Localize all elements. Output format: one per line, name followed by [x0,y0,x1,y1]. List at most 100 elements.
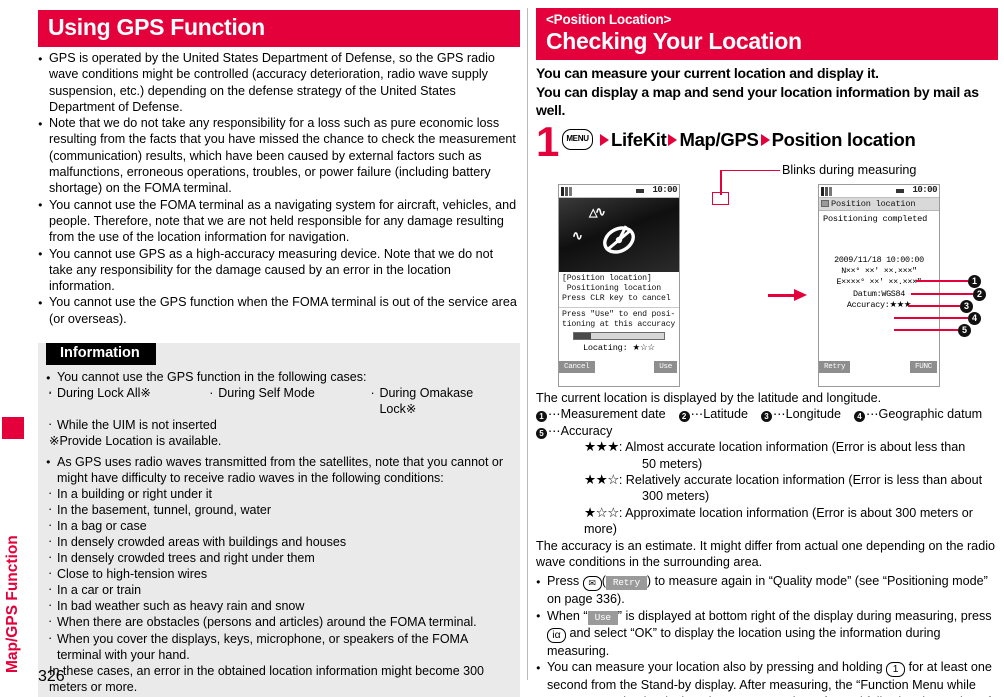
blink-leader-horizontal [720,169,780,172]
callout-number: 2 [973,287,986,301]
blink-highlight-box [712,191,729,205]
list-item: Note that we do not take any responsibil… [38,115,520,196]
softkey-use[interactable]: Use [654,360,677,373]
signal-icon [561,186,572,196]
list-item: GPS is operated by the United States Dep… [38,49,520,115]
legend-text: Latitude [703,406,749,421]
i-alpha-key-icon: iα [547,627,566,643]
gps-notice-list: GPS is operated by the United States Dep… [38,49,520,327]
measuring-line-5: tioning at this accuracy [562,320,676,330]
step-path-item-3: Position location [771,128,916,150]
step-path-item-1: LifeKit [611,128,667,150]
sub-list-item: In a building or right under it [46,485,512,502]
step-path-item-2: Map/GPS [679,128,759,150]
manual-page: Map/GPS Function Using GPS Function GPS … [0,0,1004,697]
battery-icon [636,188,644,193]
locating-status: Locating: ★☆☆ [582,342,656,353]
status-bar: 10:00 [819,184,939,198]
sub-list-item: Close to high-tension wires [46,565,512,582]
softkey-cancel[interactable]: Cancel [559,360,595,373]
list-item: You can measure your location also by pr… [536,659,998,697]
information-list: You cannot use the GPS function in the f… [46,369,512,386]
note-2-mid: ” is displayed at bottom right of the di… [617,608,992,623]
sub-list-item: · During Self Mode [209,386,315,401]
step-path: LifeKit Map/GPS Position location [598,128,916,151]
lead-line-1: You can measure your current location an… [536,65,879,81]
arrow-right-icon [668,134,678,147]
side-tab: Map/GPS Function [0,417,24,677]
column-divider [527,8,528,680]
lock-cases-list: · During Lock All※ · During Self Mode · … [46,384,512,433]
accuracy-note: The accuracy is an estimate. It might di… [536,538,995,569]
accuracy-level-2-cont: 300 meters) [642,489,710,504]
result-latitude: N××° ××' ××.×××" [841,265,917,276]
result-longitude: E××××° ××' ××.×××" [836,277,922,288]
information-header: Information [46,343,156,366]
progress-bar [573,331,665,340]
screen-title-label: Position location [831,198,916,209]
signal-wave-icon: ∿ [595,203,606,219]
callout-number: 5 [958,323,971,337]
note-2-post: and select “OK” to display the location … [547,625,941,658]
measuring-line-3: Press CLR key to cancel [562,294,671,304]
softkey-use-inline: Use [587,610,618,625]
accuracy-level-3: ★☆☆: Approximate location information (E… [536,505,998,538]
list-item: You cannot use GPS as a high-accuracy me… [38,245,520,295]
legend-row-1: 1 ⋯ Measurement date 2 ⋯ Latitude 3 ⋯ Lo… [536,406,998,423]
lead-line-2: You can display a map and send your loca… [536,83,979,119]
sub-list-item: · During Omakase Lock※ [370,386,474,417]
page-number: 326 [38,668,65,685]
list-item: Press ✉(Retry) to measure again in “Qual… [536,573,998,607]
status-bar: 10:00 [559,184,679,198]
information-list-2: As GPS uses radio waves transmitted from… [46,453,512,486]
step-number: 1 [536,117,560,165]
accuracy-stars: ★★★ [584,439,619,455]
accuracy-desc: : Relatively accurate location informati… [618,472,983,487]
arrow-right-icon [760,134,770,147]
accuracy-desc: : Almost accurate location information (… [618,440,966,455]
sub-list-item: While the UIM is not inserted [46,416,512,433]
sub-list-item-label: During Lock All※ [57,386,151,401]
information-box: Information You cannot use the GPS funct… [38,343,520,697]
menu-key-icon: MENU [562,128,593,150]
positioning-status: Positioning completed [823,213,928,224]
phone-screens-figure: Blinks during measuring 10:00 △ ∿ ∿ [Pos… [536,162,998,390]
legend-number: 5 [536,427,547,439]
sub-list-item: In a bag or case [46,517,512,534]
information-closing: In these cases, an error in the obtained… [49,663,484,694]
legend-text: Longitude [785,406,841,421]
accuracy-stars: ★★☆ [584,471,619,487]
callout-number: 1 [968,274,981,288]
legend-text: Accuracy [560,423,613,438]
left-column: Using GPS Function GPS is operated by th… [38,10,520,697]
mail-key-icon: ✉ [582,576,602,592]
result-datum: Datum:WGS84 [853,288,905,299]
side-tab-marker [2,417,24,439]
right-column: <Position Location> Checking Your Locati… [536,8,998,697]
softkey-func[interactable]: FUNC [909,360,937,373]
sub-list-item: When there are obstacles (persons and ar… [46,613,512,630]
measuring-text-block: [Position location] Positioning location… [559,272,679,305]
softkey-retry-inline: Retry [605,576,647,591]
measuring-text-block-2: Press "Use" to end posi- tioning at this… [559,306,679,331]
softkey-retry[interactable]: Retry [819,360,851,373]
sub-list-item: · During Lock All※ [48,386,151,401]
figure-caption: The current location is displayed by the… [536,390,882,405]
right-title-bar: <Position Location> Checking Your Locati… [536,8,998,60]
accuracy-desc: : Approximate location information (Erro… [584,505,973,537]
section-title: Checking Your Location [546,28,802,54]
right-notes-list: Press ✉(Retry) to measure again in “Qual… [536,573,998,697]
callout-5: 5 [894,323,972,337]
legend-number: 1 [536,410,547,422]
sub-list-item: In a car or train [46,581,512,598]
sub-list-item-label: During Self Mode [218,386,315,401]
note-3-pre: You can measure your location also by pr… [547,660,887,675]
folder-icon [821,199,829,207]
transition-arrow-icon [768,288,808,302]
page-title: Using GPS Function [48,14,265,40]
screen-title-bar: Position location [819,197,939,211]
legend-label: ⋯ [548,406,561,421]
list-item: You cannot use the FOMA terminal as a na… [38,196,520,246]
accuracy-level-1: ★★★: Almost accurate location informatio… [536,439,998,455]
list-item: As GPS uses radio waves transmitted from… [46,453,512,486]
